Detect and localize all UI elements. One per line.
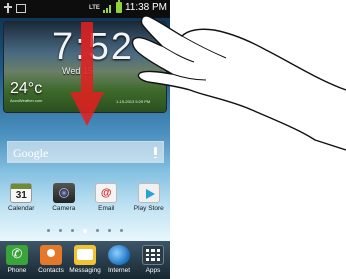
hand-gesture-icon — [131, 15, 346, 151]
